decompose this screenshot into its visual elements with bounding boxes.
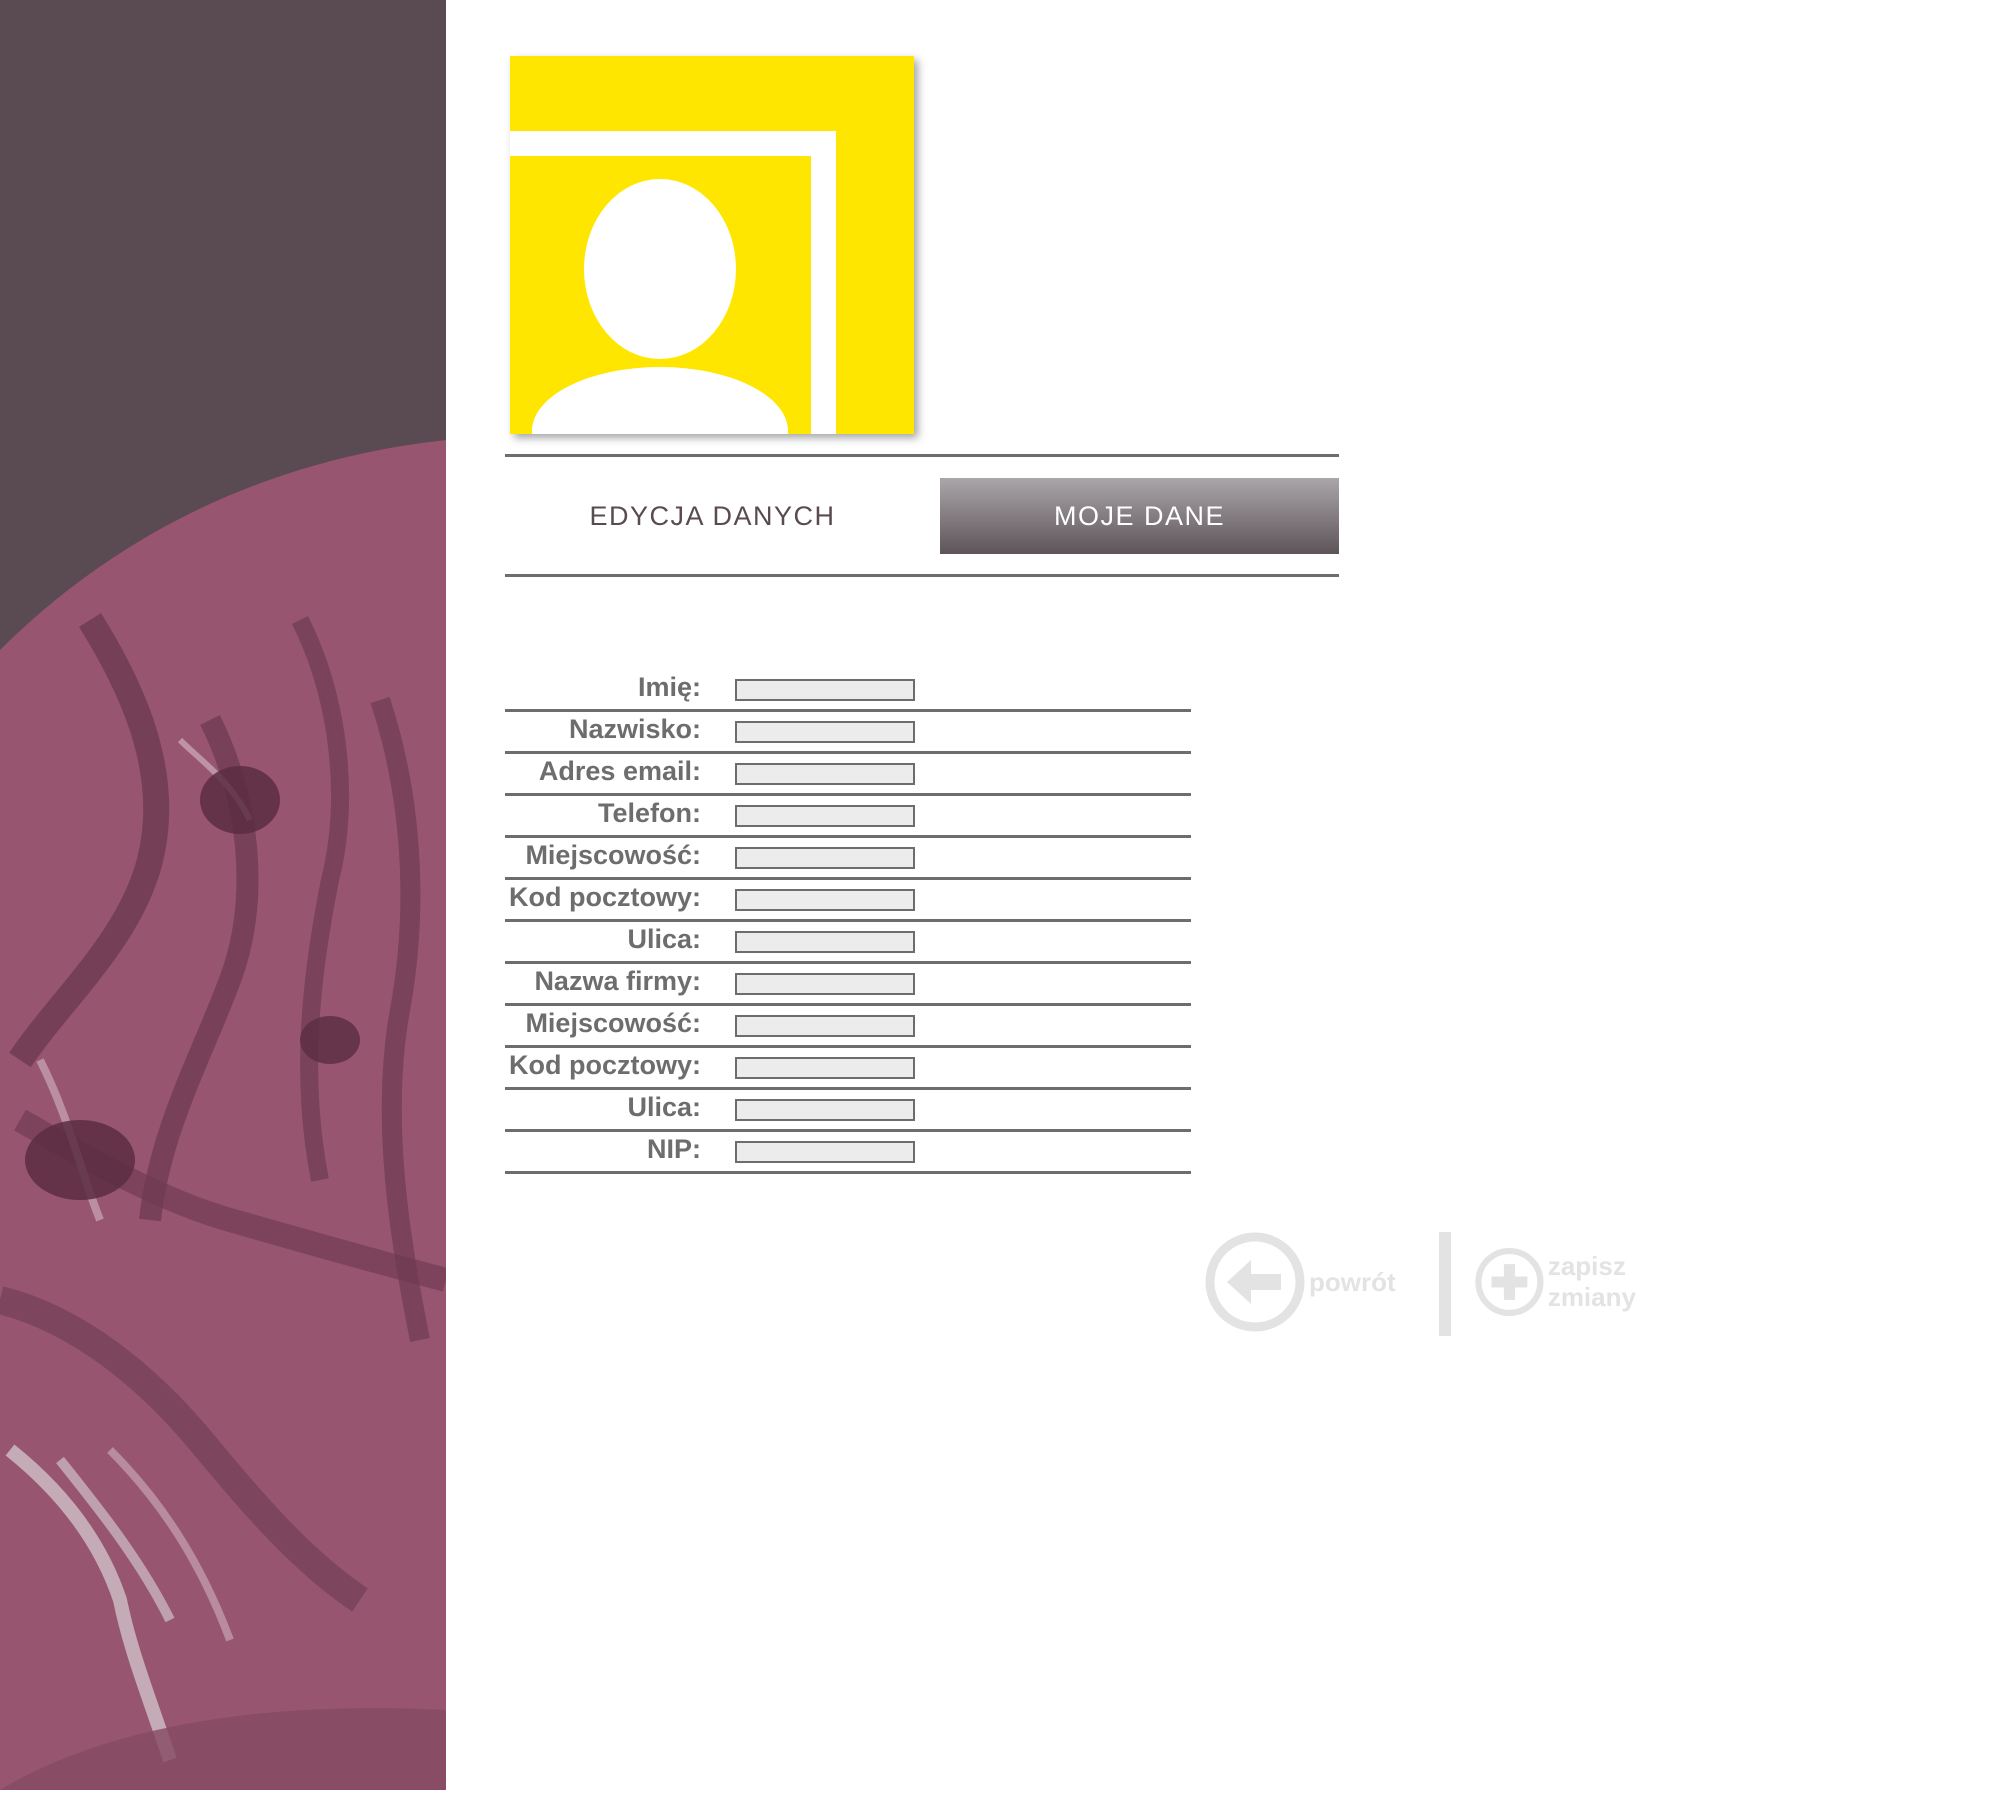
save-changes-button[interactable]: zapisz zmiany xyxy=(1475,1232,1667,1332)
last-name-label: Nazwisko: xyxy=(568,714,701,744)
form-row-first-name: Imię: xyxy=(505,670,1191,712)
form-row-email: Adres email: xyxy=(505,754,1191,796)
form-row-street: Ulica: xyxy=(505,922,1191,964)
personal-data-form: Imię: Nazwisko: Adres email: Telefon: Mi… xyxy=(505,670,1191,1174)
user-silhouette-icon xyxy=(510,56,914,434)
company-postal-code-field[interactable] xyxy=(735,1057,915,1079)
company-postal-code-label: Kod pocztowy: xyxy=(509,1050,701,1080)
form-row-nip: NIP: xyxy=(505,1132,1191,1174)
save-changes-label: zapisz zmiany xyxy=(1547,1251,1636,1312)
city-field[interactable] xyxy=(735,847,915,869)
form-row-company-postal-code: Kod pocztowy: xyxy=(505,1048,1191,1090)
arrow-left-circle-icon xyxy=(1205,1232,1305,1332)
nip-field[interactable] xyxy=(735,1141,915,1163)
avatar xyxy=(510,56,914,434)
company-street-label: Ulica: xyxy=(627,1092,701,1122)
tabs-top-divider xyxy=(505,454,1339,457)
company-name-label: Nazwa firmy: xyxy=(534,966,701,996)
city-label: Miejscowość: xyxy=(525,840,701,870)
street-label: Ulica: xyxy=(627,924,701,954)
back-label: powrót xyxy=(1309,1266,1396,1297)
back-button[interactable]: powrót xyxy=(1205,1232,1396,1332)
company-street-field[interactable] xyxy=(735,1099,915,1121)
tab-edit-data[interactable]: EDYCJA DANYCH xyxy=(505,478,920,554)
company-city-label: Miejscowość: xyxy=(525,1008,701,1038)
postal-code-field[interactable] xyxy=(735,889,915,911)
form-row-company-street: Ulica: xyxy=(505,1090,1191,1132)
side-decorative-panel xyxy=(0,0,446,1790)
decorative-background-image xyxy=(0,0,446,1790)
company-city-field[interactable] xyxy=(735,1015,915,1037)
tabs-bottom-divider xyxy=(505,574,1339,577)
tab-my-data[interactable]: MOJE DANE xyxy=(940,478,1339,554)
form-row-postal-code: Kod pocztowy: xyxy=(505,880,1191,922)
actions-divider xyxy=(1439,1232,1451,1336)
form-row-company-name: Nazwa firmy: xyxy=(505,964,1191,1006)
email-label: Adres email: xyxy=(538,756,701,786)
plus-circle-icon xyxy=(1475,1247,1544,1317)
first-name-label: Imię: xyxy=(637,672,701,702)
form-row-company-city: Miejscowość: xyxy=(505,1006,1191,1048)
company-name-field[interactable] xyxy=(735,973,915,995)
email-field[interactable] xyxy=(735,763,915,785)
last-name-field[interactable] xyxy=(735,721,915,743)
phone-field[interactable] xyxy=(735,805,915,827)
form-row-phone: Telefon: xyxy=(505,796,1191,838)
phone-label: Telefon: xyxy=(598,798,701,828)
form-row-last-name: Nazwisko: xyxy=(505,712,1191,754)
street-field[interactable] xyxy=(735,931,915,953)
nip-label: NIP: xyxy=(647,1134,701,1164)
first-name-field[interactable] xyxy=(735,679,915,701)
form-row-city: Miejscowość: xyxy=(505,838,1191,880)
postal-code-label: Kod pocztowy: xyxy=(509,882,701,912)
